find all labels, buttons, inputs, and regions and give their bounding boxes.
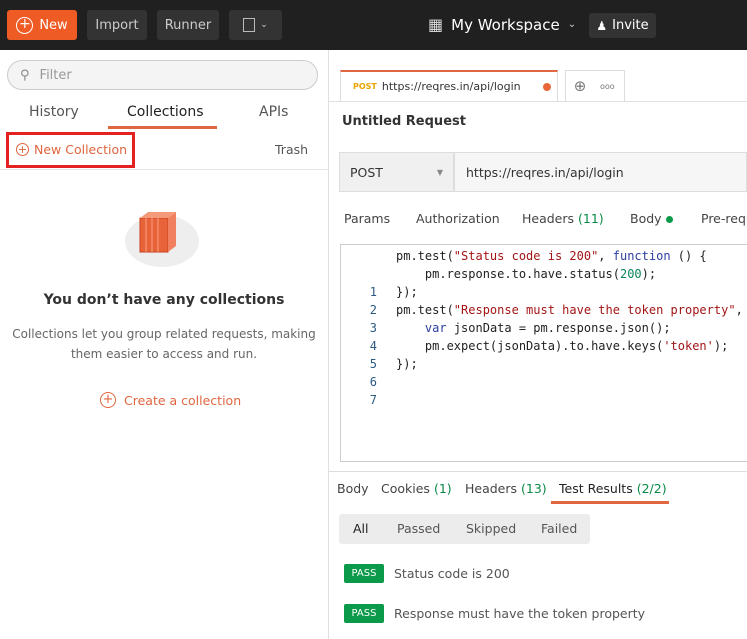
tab-body[interactable]: Body [630, 211, 673, 226]
response-tab-headers[interactable]: Headers (13) [465, 481, 547, 496]
grid-icon: ▦ [428, 15, 444, 34]
search-icon: ⚲ [20, 67, 30, 83]
tab-actions: ⊕ ooo [565, 70, 625, 101]
test-script-editor[interactable]: 1234567 pm.test("Status code is 200", fu… [340, 244, 747, 462]
plus-circle-icon: + [16, 16, 34, 34]
response-tab-test-results[interactable]: Test Results (2/2) [559, 481, 667, 496]
new-button[interactable]: + New [7, 10, 77, 40]
divider [0, 169, 328, 170]
status-dot-icon [665, 216, 673, 223]
new-window-dropdown[interactable]: ⌄ [229, 10, 282, 40]
tab-headers[interactable]: Headers (11) [522, 211, 604, 226]
tab-apis[interactable]: APIs [259, 104, 288, 120]
request-tab[interactable]: POST https://reqres.in/api/login [340, 70, 558, 101]
method-select[interactable]: POST ▼ [339, 152, 454, 192]
status-badge: PASS [344, 604, 384, 623]
response-tab-cookies[interactable]: Cookies (1) [381, 481, 452, 496]
plus-circle-icon: + [16, 143, 29, 156]
test-filter-group: All Passed Skipped Failed [339, 514, 590, 544]
chevron-down-icon: ⌄ [567, 19, 577, 30]
test-result-name: Response must have the token property [394, 606, 646, 621]
add-user-icon: ♟ [596, 18, 608, 33]
invite-button[interactable]: ♟ Invite [589, 13, 656, 38]
runner-button[interactable]: Runner [157, 10, 219, 40]
code-content: pm.test("Status code is 200", function (… [396, 249, 743, 371]
filter-input[interactable]: ⚲ Filter [7, 60, 318, 90]
active-tab-indicator [551, 501, 669, 504]
filter-failed[interactable]: Failed [541, 521, 577, 536]
request-title: Untitled Request [342, 114, 466, 129]
trash-link[interactable]: Trash [275, 142, 308, 157]
divider [329, 471, 747, 472]
filter-passed[interactable]: Passed [397, 521, 440, 536]
top-bar: + New Import Runner ⌄ ▦ My Workspace ⌄ ♟ Inv… [0, 0, 747, 50]
tab-authorization[interactable]: Authorization [416, 211, 500, 226]
tab-history[interactable]: History [29, 104, 79, 120]
filter-skipped[interactable]: Skipped [466, 521, 516, 536]
divider [329, 101, 747, 102]
workspace-switcher[interactable]: ▦ My Workspace ⌄ [428, 15, 576, 34]
more-icon[interactable]: ooo [600, 82, 615, 91]
add-tab-icon[interactable]: ⊕ [570, 77, 590, 95]
plus-circle-icon: + [100, 392, 116, 408]
window-icon [243, 18, 256, 32]
import-button[interactable]: Import [87, 10, 147, 40]
line-numbers: 1234567 [369, 285, 377, 407]
response-tab-body[interactable]: Body [337, 481, 369, 496]
create-collection-button[interactable]: + Create a collection [100, 392, 241, 408]
tab-params[interactable]: Params [344, 211, 390, 226]
filter-all[interactable]: All [353, 521, 369, 536]
caret-down-icon: ▼ [436, 167, 443, 177]
status-badge: PASS [344, 564, 384, 583]
active-tab-indicator [108, 126, 217, 129]
url-input[interactable]: https://reqres.in/api/login [454, 152, 747, 192]
chevron-down-icon: ⌄ [260, 20, 268, 30]
empty-state-desc-1: Collections let you group related reques… [12, 327, 316, 341]
test-result-name: Status code is 200 [394, 566, 510, 581]
tab-collections[interactable]: Collections [127, 104, 204, 120]
collection-illustration-icon [125, 212, 199, 267]
unsaved-dot-icon [543, 82, 551, 91]
new-collection-button[interactable]: + New Collection [16, 142, 127, 157]
empty-state-desc-2: them easier to access and run. [70, 347, 258, 361]
empty-state-title: You don’t have any collections [43, 292, 285, 308]
tab-pre-request[interactable]: Pre-requ [701, 211, 747, 226]
